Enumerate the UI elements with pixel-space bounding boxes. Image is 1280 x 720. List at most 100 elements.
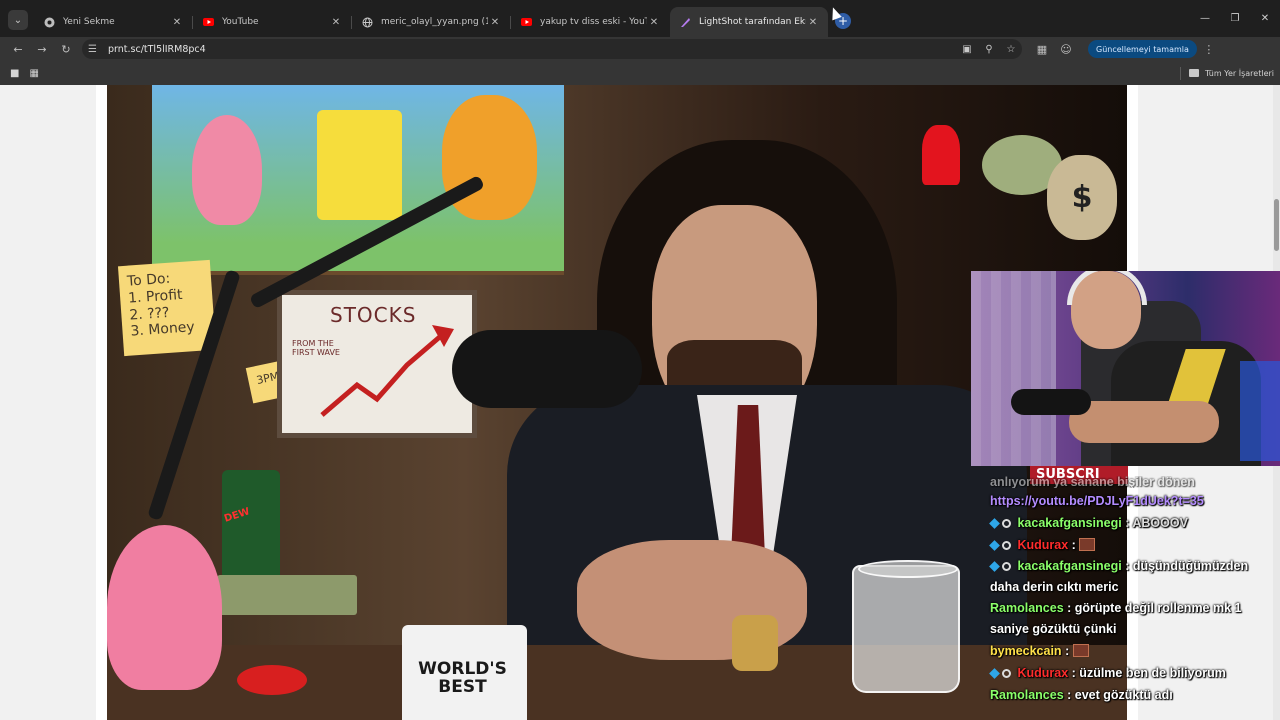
close-window-icon[interactable]: ✕ <box>1250 0 1280 37</box>
soda-can: DEW <box>222 470 280 580</box>
cash-stack <box>217 575 357 615</box>
minimize-icon[interactable]: — <box>1190 0 1220 37</box>
rising-arrow-icon <box>320 325 454 417</box>
tab-title: Yeni Sekme <box>63 17 115 27</box>
headset-icon <box>1067 271 1147 305</box>
close-icon[interactable]: ✕ <box>488 17 502 28</box>
rgb-lights <box>1240 361 1280 461</box>
chat-username: kacakafgansinegi <box>1017 559 1122 573</box>
close-icon[interactable]: ✕ <box>329 17 343 28</box>
chrome-icon <box>44 17 55 28</box>
youtube-icon <box>521 17 532 28</box>
chat-link: https://youtu.be/PDJLyF1dUek?t=35 <box>990 494 1204 508</box>
starfish-plush <box>107 525 222 690</box>
chat-message: Kudurax : üzülme ben de biliyorum <box>989 662 1280 684</box>
youtube-icon <box>203 17 214 28</box>
chat-message: kacakafgansinegi : düşündüğümüzden daha … <box>989 556 1280 598</box>
chat-text: : evet gözüktü adı <box>1067 688 1173 702</box>
back-arrow-icon[interactable]: ← <box>6 37 30 61</box>
bookmarks-bar: ■ ▦ Tüm Yer İşaretleri <box>0 61 1280 85</box>
tab-yakup-tv[interactable]: yakup tv diss eski - YouTube ✕ <box>510 7 669 37</box>
poster-starfish <box>192 115 262 225</box>
gold-watch <box>732 615 778 671</box>
chat-username: bymeckcain <box>990 644 1062 658</box>
gear-badge-icon <box>1002 669 1011 678</box>
site-settings-icon[interactable]: ☰ <box>88 44 102 55</box>
bookmarks-divider <box>1179 66 1181 80</box>
chat-username: kacakafgansinegi <box>1017 516 1122 530</box>
close-icon[interactable]: ✕ <box>806 17 820 28</box>
emote-icon <box>1072 644 1089 657</box>
chevron-down-icon: ⌄ <box>13 14 23 26</box>
cube-badge-icon <box>989 540 1000 551</box>
emote-icon <box>1079 538 1096 551</box>
install-app-icon[interactable]: ▣ <box>956 44 978 55</box>
poster-sponge <box>317 110 402 220</box>
stream-chat: anlıyorum ya sanane bişiler dönen https:… <box>989 476 1280 706</box>
red-button-prop <box>237 665 307 695</box>
extensions-icon[interactable]: ▦ <box>1030 37 1054 61</box>
tab-title: LightShot tarafından Ekran Görü <box>699 17 806 27</box>
address-bar[interactable]: ☰ prnt.sc/tTl5lIRM8pc4 ▣ ⚲ ☆ <box>82 39 1022 59</box>
webcam-overlay: adore <box>971 271 1280 466</box>
chat-message: Ramolances : görüpte değil rollenme mk 1… <box>990 598 1280 640</box>
chat-partial-line: anlıyorum ya sanane bişiler dönen <box>990 476 1195 488</box>
tab-lightshot[interactable]: LightShot tarafından Ekran Görü ✕ <box>670 7 828 37</box>
chat-message: Kudurax : <box>989 534 1280 556</box>
reload-icon[interactable]: ↻ <box>54 37 78 61</box>
gear-badge-icon <box>1002 519 1011 528</box>
update-button[interactable]: Güncellemeyi tamamla <box>1088 40 1197 58</box>
cube-badge-icon <box>989 668 1000 679</box>
cube-badge-icon <box>989 561 1000 572</box>
tab-meric-png[interactable]: meric_olayl_yyan.png (1080×19 ✕ <box>351 7 510 37</box>
zoom-icon[interactable]: ⚲ <box>978 44 1000 55</box>
tab-title: YouTube <box>222 17 259 27</box>
lightshot-feather-icon <box>680 17 691 28</box>
scrollbar-thumb[interactable] <box>1274 199 1279 251</box>
url-text[interactable]: prnt.sc/tTl5lIRM8pc4 <box>108 44 206 55</box>
chat-message: bymeckcain : <box>990 640 1280 662</box>
streamer-microphone <box>1011 389 1091 415</box>
money-bag-prop: $ <box>1047 155 1117 240</box>
desktop-screen: ⌄ Yeni Sekme ✕ YouTube ✕ meric_olayl_yya… <box>0 0 1280 720</box>
tab-title: meric_olayl_yyan.png (1080×19 <box>381 17 488 27</box>
streamer-arms <box>1069 401 1219 443</box>
can-label: DEW <box>222 506 252 525</box>
coffee-mug: WORLD'S BEST <box>402 625 527 720</box>
apps-grid-icon[interactable]: ▦ <box>29 68 38 79</box>
globe-icon <box>362 17 373 28</box>
chat-username: Kudurax <box>1017 538 1069 552</box>
tab-search-button[interactable]: ⌄ <box>8 10 28 30</box>
chat-username: Kudurax <box>1017 666 1069 680</box>
todo-sticky-note: To Do: 1. Profit 2. ??? 3. Money <box>117 259 217 357</box>
drinking-glass <box>852 560 960 693</box>
browser-toolbar: ← → ↻ ☰ prnt.sc/tTl5lIRM8pc4 ▣ ⚲ ☆ ▦ ☺ G… <box>0 37 1280 61</box>
forward-arrow-icon[interactable]: → <box>30 37 54 61</box>
tab-youtube[interactable]: YouTube ✕ <box>192 7 351 37</box>
close-icon[interactable]: ✕ <box>647 17 661 28</box>
gear-badge-icon <box>1002 562 1011 571</box>
chat-message: kacakafgansinegi : ABOOOV <box>989 512 1280 534</box>
chat-message: Ramolances : evet gözüktü adı <box>990 684 1280 706</box>
gear-badge-icon <box>1002 541 1011 550</box>
cube-badge-icon <box>989 518 1000 529</box>
all-bookmarks-label: Tüm Yer İşaretleri <box>1204 68 1274 78</box>
folder-icon <box>1188 69 1199 77</box>
bookmark-star-icon[interactable]: ☆ <box>1000 44 1022 55</box>
tab-title: yakup tv diss eski - YouTube <box>540 17 647 27</box>
tab-groups-icon[interactable]: ■ <box>10 68 19 79</box>
webcam-curtain <box>971 271 1056 466</box>
chat-username: Ramolances <box>990 688 1064 702</box>
stocks-whiteboard: STOCKS FROM THE FIRST WAVE <box>277 290 477 438</box>
red-lamp <box>922 125 960 185</box>
tab-yeni-sekme[interactable]: Yeni Sekme ✕ <box>34 7 192 37</box>
chat-text: : <box>1071 538 1076 552</box>
all-bookmarks-button[interactable]: Tüm Yer İşaretleri <box>1179 66 1274 80</box>
restore-icon[interactable]: ❐ <box>1220 0 1250 37</box>
menu-dots-icon[interactable]: ⋮ <box>1197 37 1221 61</box>
window-controls: — ❐ ✕ <box>1190 0 1280 37</box>
profile-icon[interactable]: ☺ <box>1054 37 1078 61</box>
chat-text: : üzülme ben de biliyorum <box>1071 666 1226 680</box>
close-icon[interactable]: ✕ <box>170 17 184 28</box>
chat-username: Ramolances <box>990 601 1064 615</box>
